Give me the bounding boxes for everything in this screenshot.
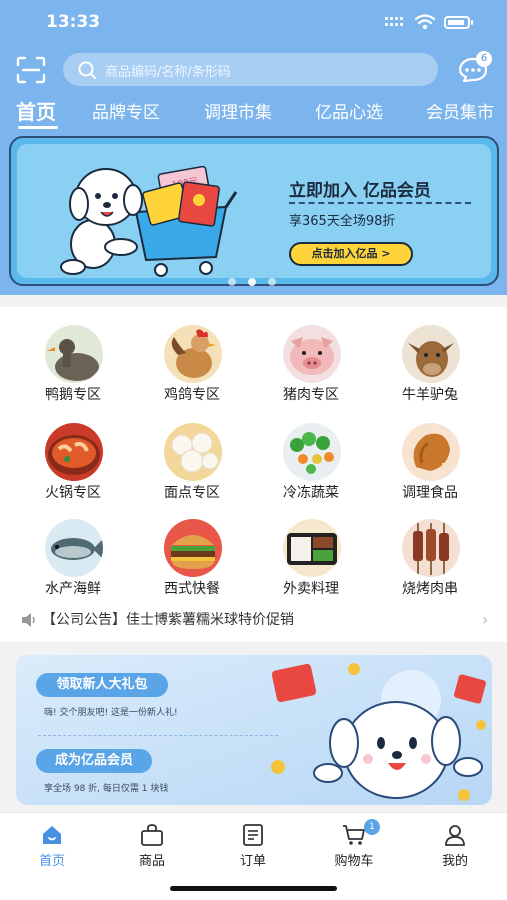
dog-cart-illustration: 100元 bbox=[60, 165, 238, 277]
category-label: 调理食品 bbox=[402, 485, 458, 501]
category-hotpot[interactable]: 火锅专区 bbox=[17, 413, 129, 501]
category-grid: 鸭鹅专区 鸡鸽专区 猪肉专区 牛羊驴兔 火锅专区 面点专区 冷冻蔬菜 调理食品 … bbox=[0, 307, 507, 642]
announcement-bar[interactable]: 【公司公告】佳士博紫薯糯米球特价促销 › bbox=[0, 605, 507, 637]
category-duck-goose[interactable]: 鸭鹅专区 bbox=[17, 315, 129, 403]
nav-label: 订单 bbox=[239, 854, 266, 869]
category-label: 外卖料理 bbox=[283, 581, 339, 597]
tab-brand-zone[interactable]: 品牌专区 bbox=[92, 98, 160, 123]
pig-icon bbox=[283, 325, 341, 383]
category-takeout[interactable]: 外卖料理 bbox=[255, 509, 367, 597]
fish-icon bbox=[45, 519, 103, 577]
announcement-text: 【公司公告】佳士博紫薯糯米球特价促销 bbox=[42, 612, 294, 628]
category-pastry[interactable]: 面点专区 bbox=[136, 413, 248, 501]
nav-profile[interactable]: 我的 bbox=[415, 821, 495, 871]
cart-icon bbox=[343, 825, 365, 845]
claim-gift-button[interactable]: 领取新人大礼包 bbox=[36, 673, 168, 697]
nav-label: 商品 bbox=[138, 854, 165, 869]
user-icon bbox=[445, 825, 465, 846]
search-input[interactable]: 商品编码/名称/条形码 bbox=[63, 53, 438, 86]
bun-icon bbox=[164, 423, 222, 481]
banner-pagination bbox=[228, 278, 288, 286]
status-time: 13:33 bbox=[46, 12, 101, 32]
banner-dot bbox=[268, 278, 276, 286]
member-banner[interactable]: 100元 立即加入 亿品会员 享365天全场98折 点击加入亿品 > bbox=[9, 136, 499, 286]
tab-home[interactable]: 首页 bbox=[16, 96, 56, 125]
category-label: 西式快餐 bbox=[164, 581, 220, 597]
promo-divider bbox=[38, 735, 278, 736]
category-beef-lamb[interactable]: 牛羊驴兔 bbox=[374, 315, 486, 403]
burger-icon bbox=[164, 519, 222, 577]
wifi-icon bbox=[415, 14, 435, 30]
member-description: 享全场 98 折, 每日仅需 1 块钱 bbox=[44, 784, 169, 794]
scan-icon[interactable] bbox=[16, 56, 46, 84]
banner-subtitle: 享365天全场98折 bbox=[289, 214, 396, 229]
header-background: 13:33 商品编码/名称/条形码 6 首页 品牌专区 调理市集 亿品心选 会员… bbox=[0, 0, 507, 130]
category-label: 鸭鹅专区 bbox=[45, 387, 101, 403]
nav-label: 我的 bbox=[441, 854, 468, 869]
fried-chicken-icon bbox=[402, 423, 460, 481]
nav-label: 首页 bbox=[38, 854, 65, 869]
banner-dot bbox=[228, 278, 236, 286]
home-icon bbox=[43, 826, 61, 844]
cart-badge: 1 bbox=[364, 819, 380, 835]
category-label: 面点专区 bbox=[164, 485, 220, 501]
tab-prepared-market[interactable]: 调理市集 bbox=[204, 98, 272, 123]
speaker-icon bbox=[22, 613, 35, 627]
search-placeholder: 商品编码/名称/条形码 bbox=[105, 65, 231, 80]
category-label: 烧烤肉串 bbox=[402, 581, 458, 597]
banner-dot-active bbox=[248, 278, 256, 286]
banner-divider bbox=[289, 202, 471, 204]
battery-icon bbox=[444, 16, 473, 29]
category-label: 水产海鲜 bbox=[45, 581, 101, 597]
category-bbq-skewers[interactable]: 烧烤肉串 bbox=[374, 509, 486, 597]
category-label: 冷冻蔬菜 bbox=[283, 485, 339, 501]
nav-orders[interactable]: 订单 bbox=[213, 821, 293, 871]
nav-products[interactable]: 商品 bbox=[112, 821, 192, 871]
category-chicken-pigeon[interactable]: 鸡鸽专区 bbox=[136, 315, 248, 403]
chevron-right-icon: › bbox=[482, 610, 489, 629]
category-label: 火锅专区 bbox=[45, 485, 101, 501]
banner-area: 100元 立即加入 亿品会员 享365天全场98折 点击加入亿品 > bbox=[0, 130, 507, 295]
category-prepared-food[interactable]: 调理食品 bbox=[374, 413, 486, 501]
banner-title: 立即加入 亿品会员 bbox=[289, 181, 431, 201]
new-user-promo-card[interactable]: 领取新人大礼包 嗨! 交个朋友吧! 这是一份新人礼! 成为亿品会员 享全场 98… bbox=[16, 655, 492, 805]
join-member-button[interactable]: 点击加入亿品 > bbox=[289, 242, 413, 266]
nav-home[interactable]: 首页 bbox=[12, 821, 92, 871]
category-label: 鸡鸽专区 bbox=[164, 387, 220, 403]
category-tabs: 首页 品牌专区 调理市集 亿品心选 会员集市 bbox=[0, 92, 507, 130]
message-badge: 6 bbox=[476, 51, 492, 67]
signal-icon bbox=[385, 17, 407, 29]
goose-icon bbox=[45, 325, 103, 383]
search-icon bbox=[78, 61, 96, 79]
bento-icon bbox=[283, 519, 341, 577]
category-western-fastfood[interactable]: 西式快餐 bbox=[136, 509, 248, 597]
cow-icon bbox=[402, 325, 460, 383]
shopping-bag-icon bbox=[141, 824, 163, 846]
nav-cart[interactable]: 1 购物车 bbox=[314, 819, 394, 871]
category-pork[interactable]: 猪肉专区 bbox=[255, 315, 367, 403]
tab-active-indicator bbox=[18, 126, 58, 129]
rooster-icon bbox=[164, 325, 222, 383]
become-member-button[interactable]: 成为亿品会员 bbox=[36, 749, 152, 773]
vegetable-icon bbox=[283, 423, 341, 481]
nav-label: 购物车 bbox=[334, 854, 374, 869]
category-label: 牛羊驴兔 bbox=[402, 387, 458, 403]
home-indicator bbox=[170, 886, 337, 891]
tab-member-market[interactable]: 会员集市 bbox=[426, 98, 494, 123]
category-frozen-veg[interactable]: 冷冻蔬菜 bbox=[255, 413, 367, 501]
message-button[interactable]: 6 bbox=[458, 51, 492, 84]
order-list-icon bbox=[243, 824, 263, 846]
hotpot-icon bbox=[45, 423, 103, 481]
category-seafood[interactable]: 水产海鲜 bbox=[17, 509, 129, 597]
tab-yipin-selection[interactable]: 亿品心选 bbox=[315, 98, 383, 123]
category-label: 猪肉专区 bbox=[283, 387, 339, 403]
skewer-icon bbox=[402, 519, 460, 577]
gift-description: 嗨! 交个朋友吧! 这是一份新人礼! bbox=[44, 708, 178, 718]
status-bar: 13:33 bbox=[0, 0, 507, 48]
